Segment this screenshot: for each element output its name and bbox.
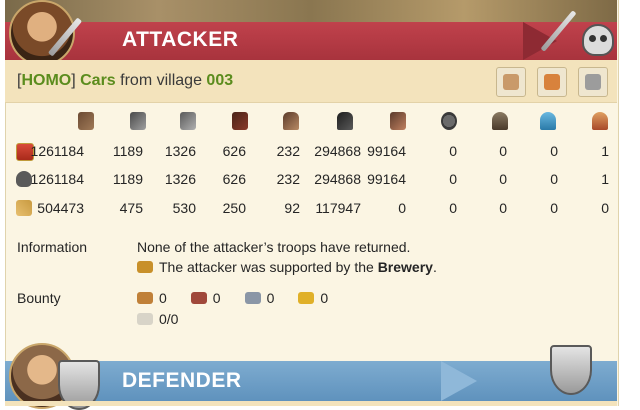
- loss-count: 0: [449, 171, 457, 187]
- support-prefix: The attacker was supported by the: [159, 259, 378, 275]
- loss-count: 1326: [164, 171, 196, 187]
- troop-count: 232: [276, 143, 300, 159]
- healed-count: 0: [550, 200, 558, 216]
- troop-count: 1326: [164, 143, 196, 159]
- troop-count: 1189: [112, 143, 143, 159]
- skull-icon: [582, 24, 614, 56]
- healed-count: 475: [119, 200, 143, 216]
- brewery-name: Brewery: [377, 259, 433, 275]
- club-icon[interactable]: [78, 112, 94, 130]
- table-row: 1261184 1189 1326 626 232 294868 99164 0…: [5, 171, 617, 199]
- player-link[interactable]: Cars: [80, 72, 116, 89]
- troop-count: 0: [449, 143, 457, 159]
- troop-count: 1: [601, 143, 609, 159]
- band-arrow: [441, 361, 477, 401]
- troop-count: 294868: [314, 143, 361, 159]
- attacker-player-line: [HOMO] Cars from village 003: [17, 72, 234, 89]
- healed-count: 504473: [37, 200, 84, 216]
- loss-count: 1261184: [30, 171, 84, 187]
- wood-icon: [137, 292, 153, 304]
- information-support-line: The attacker was supported by the Brewer…: [137, 259, 437, 275]
- simulate-button[interactable]: [578, 67, 608, 97]
- loss-count: 1189: [112, 171, 143, 187]
- simulate-icon: [585, 74, 601, 90]
- troop-count: 626: [222, 143, 246, 159]
- loss-count: 232: [276, 171, 300, 187]
- ram-icon[interactable]: [390, 112, 406, 130]
- chief-icon[interactable]: [492, 112, 508, 130]
- defender-title: DEFENDER: [122, 369, 242, 392]
- report-header-art: [5, 0, 617, 22]
- village-link[interactable]: 003: [206, 72, 233, 89]
- hero-icon[interactable]: [592, 112, 608, 130]
- table-row: 1261184 1189 1326 626 232 294868 99164 0…: [5, 143, 617, 171]
- loss-count: 99164: [367, 171, 406, 187]
- healed-count: 0: [398, 200, 406, 216]
- table-row: 504473 475 530 250 92 117947 0 0 0 0 0: [5, 200, 617, 228]
- information-line: None of the attacker’s troops have retur…: [137, 239, 411, 255]
- from-village-text: from village: [120, 72, 202, 89]
- bounty-capacity: 0/0: [137, 311, 178, 327]
- report-button[interactable]: [537, 67, 567, 97]
- boot-icon[interactable]: [232, 112, 248, 130]
- send-troops-icon: [503, 74, 519, 90]
- iron-value: 0: [266, 290, 275, 306]
- troop-count: 1261184: [30, 143, 84, 159]
- horse-icon[interactable]: [283, 112, 299, 130]
- support-suffix: .: [432, 259, 437, 275]
- capacity-value: 0/0: [159, 311, 179, 327]
- attacker-header-row: [HOMO] Cars from village 003: [5, 60, 617, 103]
- healed-count: 0: [449, 200, 457, 216]
- information-label: Information: [17, 239, 88, 255]
- clay-icon: [190, 292, 207, 304]
- loss-count: 1: [601, 171, 609, 187]
- bounty-label: Bounty: [17, 290, 61, 306]
- report-icon: [544, 74, 560, 90]
- clay-value: 0: [212, 290, 221, 306]
- wood-value: 0: [159, 290, 167, 306]
- send-troops-button[interactable]: [496, 67, 526, 97]
- healed-count: 92: [284, 200, 300, 216]
- loss-count: 294868: [314, 171, 361, 187]
- attacker-band: ATTACKER: [5, 22, 617, 60]
- troop-count: 0: [499, 143, 507, 159]
- alliance-link[interactable]: HOMO: [21, 72, 71, 89]
- loss-count: 626: [222, 171, 246, 187]
- axe-icon[interactable]: [180, 112, 196, 130]
- crop-value: 0: [320, 290, 329, 306]
- healed-count: 530: [172, 200, 196, 216]
- healed-count: 250: [222, 200, 246, 216]
- shield-icon: [550, 345, 592, 395]
- healed-count: 117947: [315, 200, 361, 216]
- healed-count: 0: [601, 200, 609, 216]
- troop-count: 0: [550, 143, 558, 159]
- settler-icon[interactable]: [540, 112, 556, 130]
- brewery-icon: [137, 261, 153, 273]
- loss-count: 0: [550, 171, 558, 187]
- warhorse-icon[interactable]: [337, 112, 353, 130]
- attacker-title: ATTACKER: [122, 28, 239, 51]
- defender-header-row: [5, 401, 617, 406]
- loss-count: 0: [499, 171, 507, 187]
- troop-count: 99164: [367, 143, 406, 159]
- catapult-icon[interactable]: [441, 112, 457, 130]
- crop-icon: [298, 292, 315, 304]
- iron-icon: [244, 292, 261, 304]
- healed-count: 0: [499, 200, 507, 216]
- capacity-icon: [137, 313, 153, 325]
- bounty-resources: 0 0 0 0: [137, 290, 328, 306]
- spear-icon[interactable]: [130, 112, 146, 130]
